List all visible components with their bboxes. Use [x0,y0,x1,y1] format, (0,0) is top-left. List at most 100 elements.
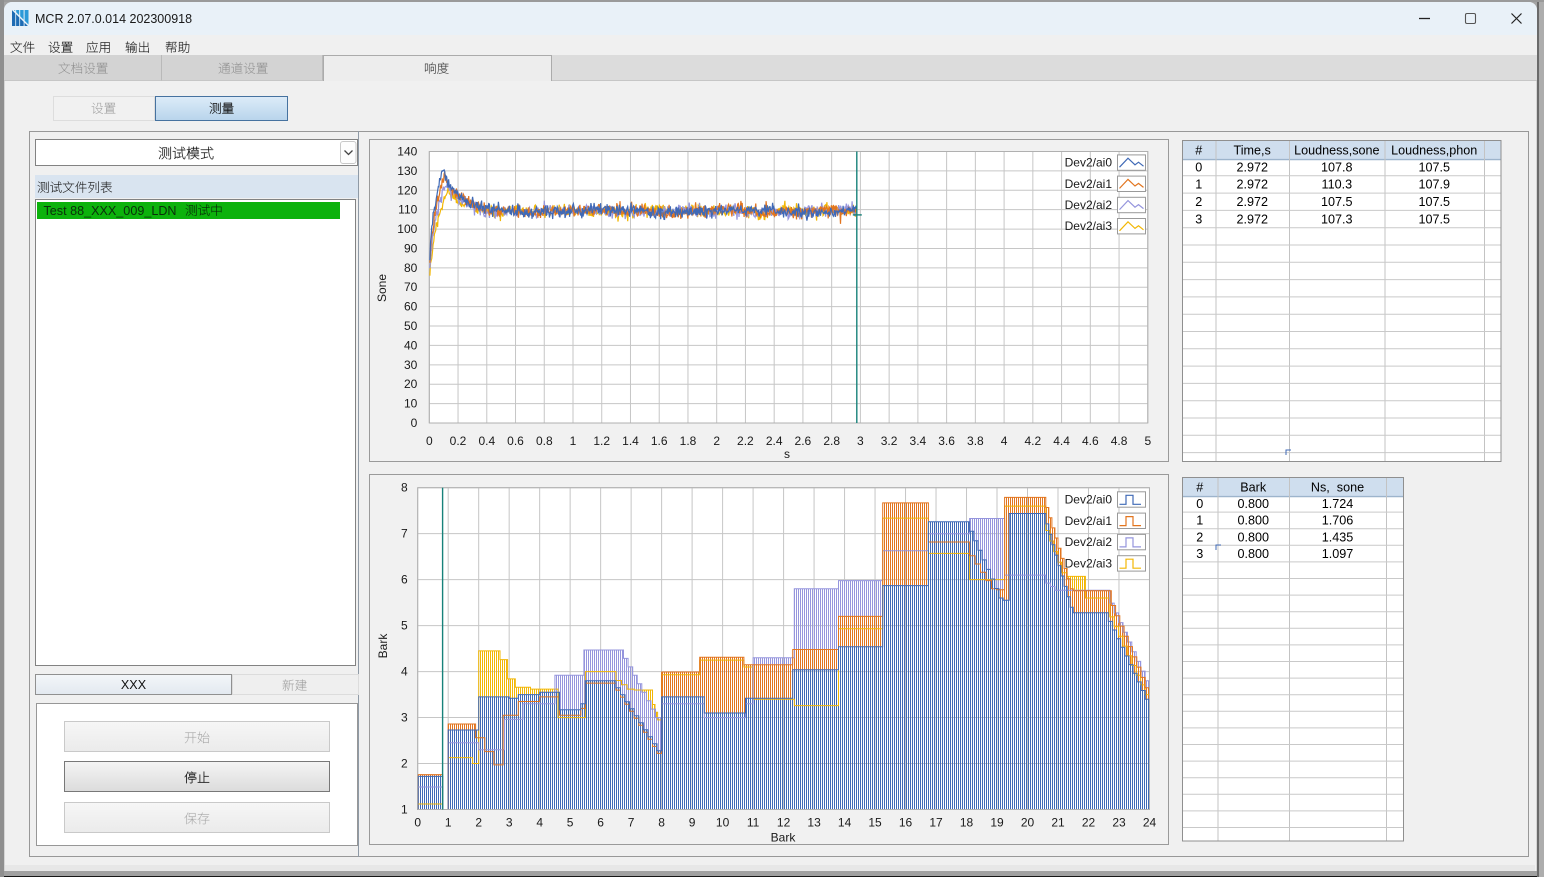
svg-text:8: 8 [401,481,408,495]
svg-text:Bark: Bark [376,633,390,659]
svg-text:0.800: 0.800 [1237,547,1269,561]
svg-text:Dev2/ai3: Dev2/ai3 [1065,219,1113,233]
svg-text:18: 18 [960,816,974,830]
svg-text:3.8: 3.8 [967,434,984,448]
svg-text:1.435: 1.435 [1321,530,1353,544]
svg-text:Ns, sone: Ns, sone [1310,480,1363,494]
svg-text:4.6: 4.6 [1082,434,1099,448]
svg-text:90: 90 [404,242,418,256]
svg-text:Sone: Sone [375,274,389,302]
svg-text:#: # [1196,480,1203,494]
svg-text:Dev2/ai2: Dev2/ai2 [1065,535,1113,549]
svg-text:1: 1 [445,816,452,830]
svg-text:2.8: 2.8 [823,434,840,448]
svg-text:70: 70 [404,280,418,294]
svg-text:107.5: 107.5 [1321,195,1353,209]
svg-text:10: 10 [716,816,730,830]
svg-text:140: 140 [397,145,417,159]
svg-text:0.8: 0.8 [536,434,553,448]
svg-text:22: 22 [1082,816,1096,830]
svg-text:0.2: 0.2 [450,434,467,448]
svg-text:110.3: 110.3 [1322,177,1353,191]
svg-text:6: 6 [597,816,604,830]
svg-text:0: 0 [426,434,433,448]
svg-text:4.8: 4.8 [1111,434,1128,448]
svg-text:0.4: 0.4 [478,434,495,448]
svg-text:130: 130 [397,164,417,178]
svg-text:50: 50 [404,319,418,333]
svg-text:Dev2/ai0: Dev2/ai0 [1065,493,1113,507]
svg-text:16: 16 [899,816,913,830]
svg-text:1.724: 1.724 [1321,497,1353,511]
svg-text:0.800: 0.800 [1237,514,1269,528]
svg-text:3: 3 [857,434,864,448]
svg-text:4: 4 [1001,434,1008,448]
svg-text:1.8: 1.8 [680,434,697,448]
svg-text:3.4: 3.4 [910,434,927,448]
svg-text:1.6: 1.6 [651,434,668,448]
svg-text:120: 120 [397,183,417,197]
svg-text:4.4: 4.4 [1053,434,1070,448]
svg-text:21: 21 [1051,816,1065,830]
svg-text:9: 9 [689,816,696,830]
svg-text:2: 2 [713,434,720,448]
svg-text:Time,s: Time,s [1234,143,1271,157]
svg-text:107.3: 107.3 [1321,212,1353,226]
svg-text:6: 6 [401,573,408,587]
svg-text:107.5: 107.5 [1418,160,1450,174]
svg-text:107.5: 107.5 [1418,195,1450,209]
svg-text:24: 24 [1143,816,1157,830]
svg-text:30: 30 [404,358,418,372]
svg-text:4.2: 4.2 [1024,434,1041,448]
svg-text:3.6: 3.6 [938,434,955,448]
svg-text:0: 0 [414,816,421,830]
svg-text:2.2: 2.2 [737,434,754,448]
svg-text:s: s [784,447,790,461]
svg-text:0.800: 0.800 [1237,530,1269,544]
svg-text:3: 3 [401,711,408,725]
svg-text:2.972: 2.972 [1236,195,1268,209]
svg-text:14: 14 [838,816,852,830]
svg-text:20: 20 [404,377,418,391]
svg-text:5: 5 [401,619,408,633]
svg-text:3: 3 [1195,212,1202,226]
svg-text:3.2: 3.2 [881,434,898,448]
svg-text:2.4: 2.4 [766,434,783,448]
svg-text:2.972: 2.972 [1236,212,1268,226]
svg-text:107.9: 107.9 [1418,177,1450,191]
svg-text:1.2: 1.2 [593,434,610,448]
svg-text:0.6: 0.6 [507,434,524,448]
svg-text:1: 1 [570,434,577,448]
svg-text:1: 1 [1196,514,1203,528]
svg-text:11: 11 [747,816,760,830]
svg-text:10: 10 [404,397,418,411]
svg-text:15: 15 [868,816,882,830]
svg-text:12: 12 [777,816,791,830]
svg-text:1.4: 1.4 [622,434,639,448]
svg-text:2: 2 [1196,530,1203,544]
svg-text:Bark: Bark [771,831,797,845]
svg-text:110: 110 [398,203,417,217]
svg-text:Dev2/ai1: Dev2/ai1 [1065,514,1113,528]
svg-text:Bark: Bark [1240,480,1267,494]
svg-text:107.8: 107.8 [1321,160,1353,174]
svg-text:Loudness,phon: Loudness,phon [1391,143,1477,157]
svg-text:Dev2/ai0: Dev2/ai0 [1065,156,1113,170]
svg-text:7: 7 [628,816,635,830]
svg-text:7: 7 [401,527,408,541]
svg-text:23: 23 [1112,816,1126,830]
svg-text:3: 3 [1196,547,1203,561]
svg-text:13: 13 [807,816,821,830]
svg-text:4: 4 [401,665,408,679]
svg-text:5: 5 [1144,434,1151,448]
svg-text:2.6: 2.6 [795,434,812,448]
svg-text:5: 5 [567,816,574,830]
svg-text:100: 100 [397,222,417,236]
svg-text:60: 60 [404,300,418,314]
svg-text:107.5: 107.5 [1418,212,1450,226]
svg-text:Dev2/ai2: Dev2/ai2 [1065,198,1113,212]
svg-text:80: 80 [404,261,418,275]
svg-text:4: 4 [536,816,543,830]
svg-text:Dev2/ai3: Dev2/ai3 [1065,556,1113,570]
svg-text:19: 19 [990,816,1004,830]
